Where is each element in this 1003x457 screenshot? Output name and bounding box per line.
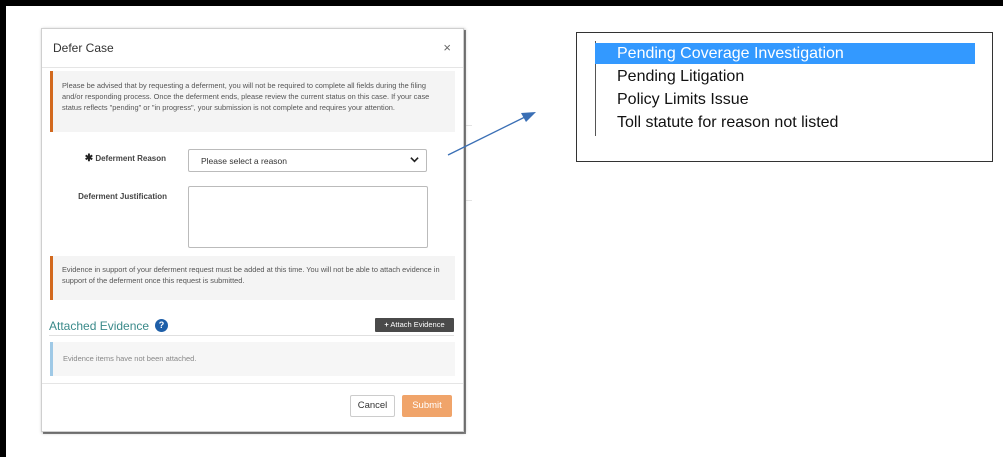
deferment-reason-label: ✱ Deferment Reason — [78, 153, 166, 164]
option-policy-limits-issue[interactable]: Policy Limits Issue — [595, 89, 975, 110]
option-pending-coverage-investigation[interactable]: Pending Coverage Investigation — [595, 43, 975, 64]
deferment-justification-label: Deferment Justification — [78, 192, 167, 201]
defer-case-modal: Defer Case × Please be advised that by r… — [41, 28, 464, 432]
cancel-button[interactable]: Cancel — [350, 395, 395, 417]
chevron-down-icon — [410, 155, 419, 166]
deferment-justification-textarea[interactable] — [188, 186, 428, 248]
attach-evidence-label: Attach Evidence — [390, 320, 445, 329]
deferment-reason-select[interactable]: Please select a reason — [188, 149, 427, 172]
arrow-head — [521, 112, 536, 122]
deferment-notice: Please be advised that by requesting a d… — [50, 71, 455, 132]
attach-evidence-button[interactable]: + Attach Evidence — [375, 318, 454, 332]
required-icon: ✱ — [84, 153, 94, 164]
reason-options-dropdown: Pending Coverage Investigation Pending L… — [576, 32, 993, 162]
help-icon[interactable]: ? — [155, 319, 168, 332]
select-value: Please select a reason — [201, 156, 287, 166]
option-toll-statute[interactable]: Toll statute for reason not listed — [595, 112, 975, 133]
attached-evidence-title: Attached Evidence — [49, 319, 150, 333]
background-divider — [466, 200, 472, 201]
plus-icon: + — [384, 320, 389, 329]
option-pending-litigation[interactable]: Pending Litigation — [595, 66, 975, 87]
footer-divider — [42, 383, 463, 384]
screenshot-border-top — [0, 0, 1003, 6]
screenshot-border-left — [0, 0, 6, 457]
close-button[interactable]: × — [443, 40, 451, 55]
modal-header: Defer Case × — [42, 29, 463, 68]
deferment-reason-text: Deferment Reason — [95, 154, 166, 163]
evidence-notice: Evidence in support of your deferment re… — [50, 256, 455, 300]
section-divider — [49, 335, 454, 336]
modal-title: Defer Case — [53, 41, 114, 55]
submit-button[interactable]: Submit — [402, 395, 452, 417]
no-evidence-message: Evidence items have not been attached. — [50, 342, 455, 376]
background-divider — [466, 125, 472, 126]
